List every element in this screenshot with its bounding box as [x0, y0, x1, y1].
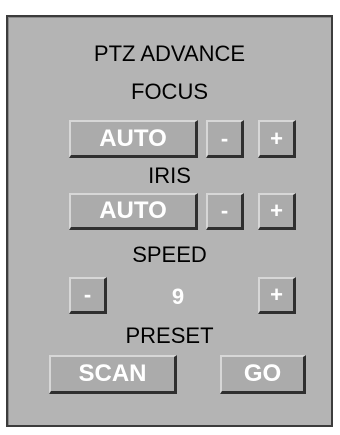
preset-go-label: GO: [243, 360, 282, 387]
iris-minus-label: -: [220, 198, 229, 223]
speed-label: SPEED: [132, 242, 207, 267]
preset-scan-button[interactable]: SCAN: [49, 355, 177, 394]
focus-minus-button[interactable]: -: [206, 120, 244, 158]
iris-minus-button[interactable]: -: [206, 193, 244, 230]
speed-minus-label: -: [83, 282, 92, 307]
focus-label: FOCUS: [131, 79, 208, 104]
focus-plus-label: +: [270, 125, 283, 151]
panel-title: PTZ ADVANCE: [93, 41, 246, 66]
preset-scan-label: SCAN: [78, 360, 147, 387]
speed-plus-button[interactable]: +: [258, 277, 296, 314]
focus-plus-button[interactable]: +: [258, 120, 296, 158]
focus-auto-button[interactable]: AUTO: [69, 120, 198, 158]
speed-minus-button[interactable]: -: [69, 277, 107, 314]
iris-plus-button[interactable]: +: [258, 193, 296, 230]
iris-auto-label: AUTO: [99, 197, 167, 224]
iris-label: IRIS: [148, 163, 191, 188]
preset-label: PRESET: [125, 323, 214, 348]
focus-minus-label: -: [220, 125, 229, 151]
iris-auto-button[interactable]: AUTO: [69, 193, 198, 230]
iris-plus-label: +: [270, 198, 283, 223]
focus-auto-label: AUTO: [99, 124, 167, 152]
speed-plus-label: +: [270, 282, 283, 307]
ptz-advance-panel: PTZ ADVANCE FOCUS AUTO - + IRIS AUTO - +…: [6, 15, 333, 427]
preset-go-button[interactable]: GO: [220, 355, 306, 394]
speed-value: 9: [171, 284, 185, 309]
